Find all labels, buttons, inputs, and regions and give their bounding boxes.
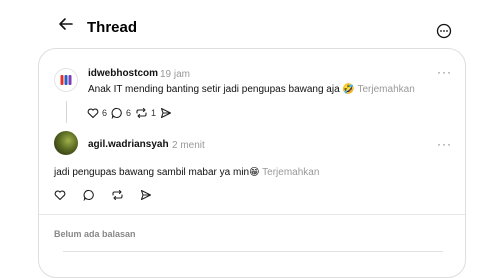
heart-icon [54,190,66,201]
thread-card: idwebhostcom 19 jam ··· Anak IT mending … [38,48,466,278]
share-button[interactable] [160,107,172,119]
like-button[interactable] [54,189,66,201]
reply-text-content: jadi pengupas bawang sambil mabar ya min… [54,167,260,178]
like-button[interactable]: 6 [87,107,107,119]
reply-text: jadi pengupas bawang sambil mabar ya min… [54,167,319,178]
comment-icon [83,189,94,201]
reply-count: 6 [126,108,132,118]
idwebhost-logo-icon [60,75,72,85]
post-time: 19 jam [160,69,191,80]
post-more-button[interactable]: ··· [437,65,452,79]
repost-icon [112,189,123,201]
post-text: Anak IT mending banting setir jadi pengu… [88,84,415,95]
repost-count: 1 [151,108,157,118]
send-icon [140,189,152,201]
repost-button[interactable] [111,189,124,201]
reply-more-button[interactable]: ··· [437,137,452,151]
page-title: Thread [87,19,138,36]
post-author[interactable]: idwebhostcom [88,68,158,79]
like-count: 6 [102,108,108,118]
repost-icon [136,107,147,119]
divider [63,251,443,252]
back-button[interactable] [56,14,76,34]
divider [39,214,465,215]
avatar[interactable] [54,131,78,155]
reply-button[interactable] [83,189,95,201]
comment-icon [111,107,122,119]
thread-connector-line [66,101,67,123]
translate-link[interactable]: Terjemahkan [358,84,415,95]
repost-button[interactable]: 1 [135,107,156,119]
avatar[interactable] [54,68,78,92]
heart-icon [87,108,99,119]
more-circle-icon [436,23,452,39]
more-options-button[interactable] [436,23,452,39]
post-text-content: Anak IT mending banting setir jadi pengu… [88,84,355,95]
share-button[interactable] [140,189,152,201]
reply-time: 2 menit [172,140,205,151]
arrow-left-icon [59,18,73,30]
no-replies-label: Belum ada balasan [54,229,136,239]
reply-author[interactable]: agil.wadriansyah [88,139,169,150]
send-icon [160,107,172,119]
translate-link[interactable]: Terjemahkan [262,167,319,178]
reply-button[interactable]: 6 [111,107,131,119]
